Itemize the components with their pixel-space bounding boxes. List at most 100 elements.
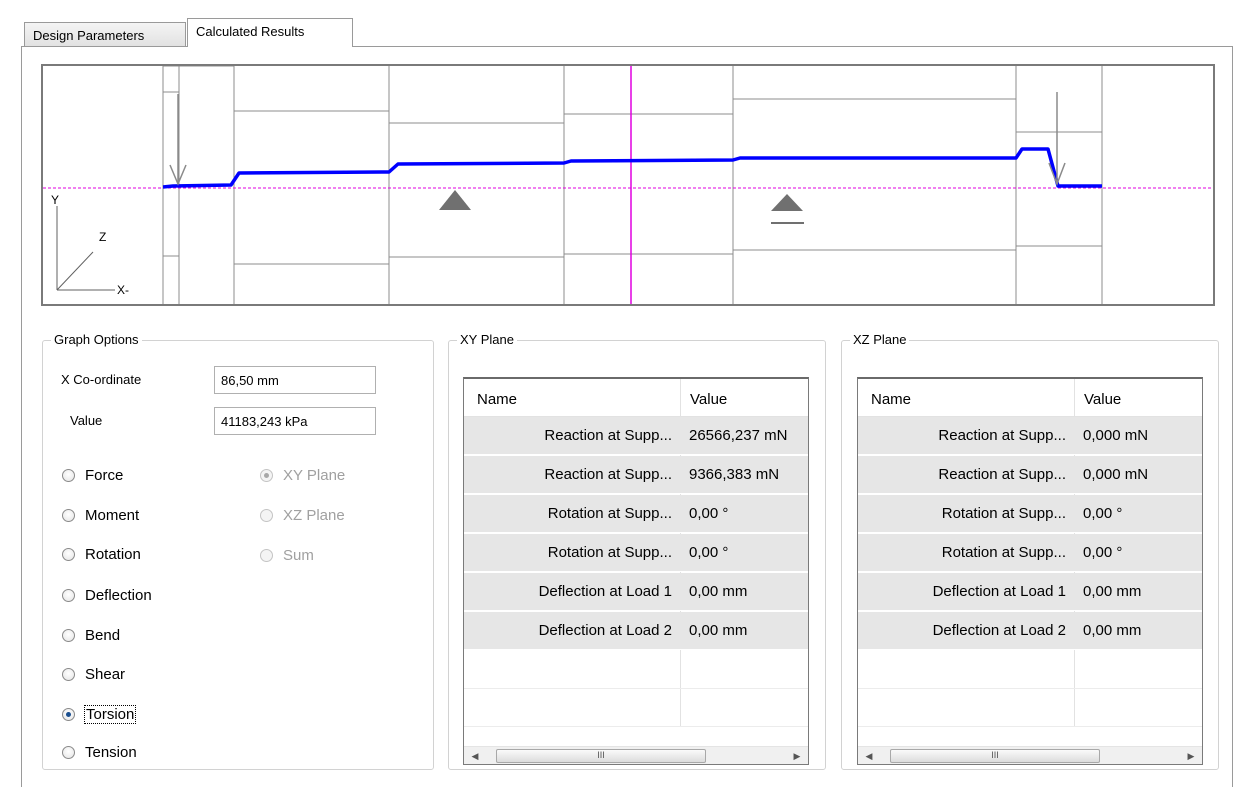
radio-xz-plane[interactable]: XZ Plane: [260, 505, 345, 525]
radio-icon: [260, 548, 273, 562]
radio-label: Moment: [85, 506, 140, 524]
torsion-curve: [162, 147, 1102, 189]
radio-shear[interactable]: Shear: [62, 664, 125, 684]
xz-horizontal-scrollbar[interactable]: ◀ III ▶: [858, 746, 1202, 764]
row-name: Deflection at Load 1: [932, 583, 1066, 600]
radio-label: Sum: [283, 546, 314, 564]
x-coordinate-field[interactable]: 86,50 mm: [214, 366, 376, 394]
radio-force[interactable]: Force: [62, 465, 123, 485]
scroll-right-icon[interactable]: ▶: [1184, 749, 1198, 763]
support-roller-icon: [771, 194, 804, 224]
row-value: 0,000 mN: [1083, 466, 1149, 483]
list-item-empty: [464, 689, 808, 727]
row-value: 0,00 °: [1083, 505, 1123, 522]
row-value: 0,00 mm: [689, 622, 748, 639]
load-arrow-2: [1048, 92, 1066, 187]
scroll-right-icon[interactable]: ▶: [790, 749, 804, 763]
scroll-left-icon[interactable]: ◀: [468, 749, 482, 763]
radio-label: XZ Plane: [283, 506, 345, 524]
radio-rotation[interactable]: Rotation: [62, 544, 141, 564]
axis-triad-icon: [56, 206, 115, 291]
x-coordinate-label: X Co-ordinate: [61, 372, 142, 387]
radio-icon: [62, 588, 75, 602]
load-arrow-1: [169, 94, 187, 186]
radio-icon: [62, 667, 75, 681]
axis-label-z: Z: [99, 230, 106, 244]
xy-horizontal-scrollbar[interactable]: ◀ III ▶: [464, 746, 808, 764]
row-value: 0,00 mm: [689, 583, 748, 600]
list-item-empty: [858, 651, 1202, 689]
list-item[interactable]: Reaction at Supp... 9366,383 mN: [464, 456, 808, 494]
row-name: Rotation at Supp...: [547, 544, 672, 561]
shaft-graph[interactable]: Y Z X-: [41, 64, 1215, 306]
value-field[interactable]: 41183,243 kPa: [214, 407, 376, 435]
shaft-graph-canvas: Y Z X-: [43, 66, 1213, 304]
list-item[interactable]: Deflection at Load 2 0,00 mm: [464, 612, 808, 650]
tab-design-parameters[interactable]: Design Parameters: [24, 22, 186, 46]
radio-icon: [260, 508, 273, 522]
list-header: Name Value: [464, 379, 808, 417]
list-item[interactable]: Reaction at Supp... 0,000 mN: [858, 417, 1202, 455]
scroll-thumb[interactable]: III: [890, 749, 1100, 763]
list-item[interactable]: Deflection at Load 2 0,00 mm: [858, 612, 1202, 650]
row-value: 0,000 mN: [1083, 427, 1149, 444]
list-item[interactable]: Rotation at Supp... 0,00 °: [858, 495, 1202, 533]
list-item-empty: [464, 651, 808, 689]
xz-results-list[interactable]: Name Value Reaction at Supp... 0,000 mN R…: [857, 377, 1203, 765]
row-name: Deflection at Load 1: [538, 583, 672, 600]
radio-icon: [62, 547, 75, 561]
scroll-left-icon[interactable]: ◀: [862, 749, 876, 763]
radio-label: Tension: [85, 743, 137, 761]
radio-sum[interactable]: Sum: [260, 545, 314, 565]
row-value: 26566,237 mN: [689, 427, 788, 444]
row-value: 0,00 °: [689, 505, 729, 522]
xz-plane-title: XZ Plane: [850, 332, 910, 347]
radio-icon: [62, 508, 75, 522]
list-item[interactable]: Rotation at Supp... 0,00 °: [464, 495, 808, 533]
row-name: Rotation at Supp...: [941, 544, 1066, 561]
row-name: Rotation at Supp...: [547, 505, 672, 522]
column-header-value[interactable]: Value: [690, 391, 727, 408]
list-item[interactable]: Reaction at Supp... 26566,237 mN: [464, 417, 808, 455]
list-item[interactable]: Deflection at Load 1 0,00 mm: [858, 573, 1202, 611]
row-name: Reaction at Supp...: [544, 466, 672, 483]
radio-xy-plane[interactable]: XY Plane: [260, 465, 345, 485]
list-item[interactable]: Rotation at Supp... 0,00 °: [858, 534, 1202, 572]
support-fixed-icon: [439, 190, 471, 210]
row-name: Rotation at Supp...: [941, 505, 1066, 522]
radio-label: Force: [85, 466, 124, 484]
scroll-thumb[interactable]: III: [496, 749, 706, 763]
column-header-value[interactable]: Value: [1084, 391, 1121, 408]
list-item[interactable]: Reaction at Supp... 0,000 mN: [858, 456, 1202, 494]
radio-label: Shear: [85, 665, 126, 683]
radio-icon: [62, 468, 75, 482]
column-header-name[interactable]: Name: [871, 391, 911, 408]
list-item[interactable]: Rotation at Supp... 0,00 °: [464, 534, 808, 572]
radio-moment[interactable]: Moment: [62, 505, 139, 525]
radio-icon: [62, 745, 75, 759]
tab-calculated-results[interactable]: Calculated Results: [187, 18, 353, 47]
row-value: 0,00 °: [1083, 544, 1123, 561]
row-name: Reaction at Supp...: [544, 427, 672, 444]
list-item[interactable]: Deflection at Load 1 0,00 mm: [464, 573, 808, 611]
xy-results-list[interactable]: Name Value Reaction at Supp... 26566,237 …: [463, 377, 809, 765]
radio-label: Rotation: [85, 545, 141, 563]
radio-bend[interactable]: Bend: [62, 625, 120, 645]
axis-label-y: Y: [51, 193, 59, 207]
row-value: 0,00 °: [689, 544, 729, 561]
radio-label: XY Plane: [283, 466, 346, 484]
axis-label-x: X-: [117, 283, 129, 297]
row-name: Deflection at Load 2: [538, 622, 672, 639]
list-header: Name Value: [858, 379, 1202, 417]
radio-torsion[interactable]: Torsion: [62, 704, 137, 724]
radio-icon: [62, 707, 75, 721]
value-label: Value: [70, 413, 103, 428]
radio-tension[interactable]: Tension: [62, 742, 137, 762]
radio-deflection[interactable]: Deflection: [62, 585, 152, 605]
row-value: 0,00 mm: [1083, 622, 1142, 639]
list-item-empty: [858, 689, 1202, 727]
column-header-name[interactable]: Name: [477, 391, 517, 408]
radio-label: Deflection: [85, 586, 152, 604]
graph-options-title: Graph Options: [51, 332, 142, 347]
row-name: Reaction at Supp...: [938, 427, 1066, 444]
